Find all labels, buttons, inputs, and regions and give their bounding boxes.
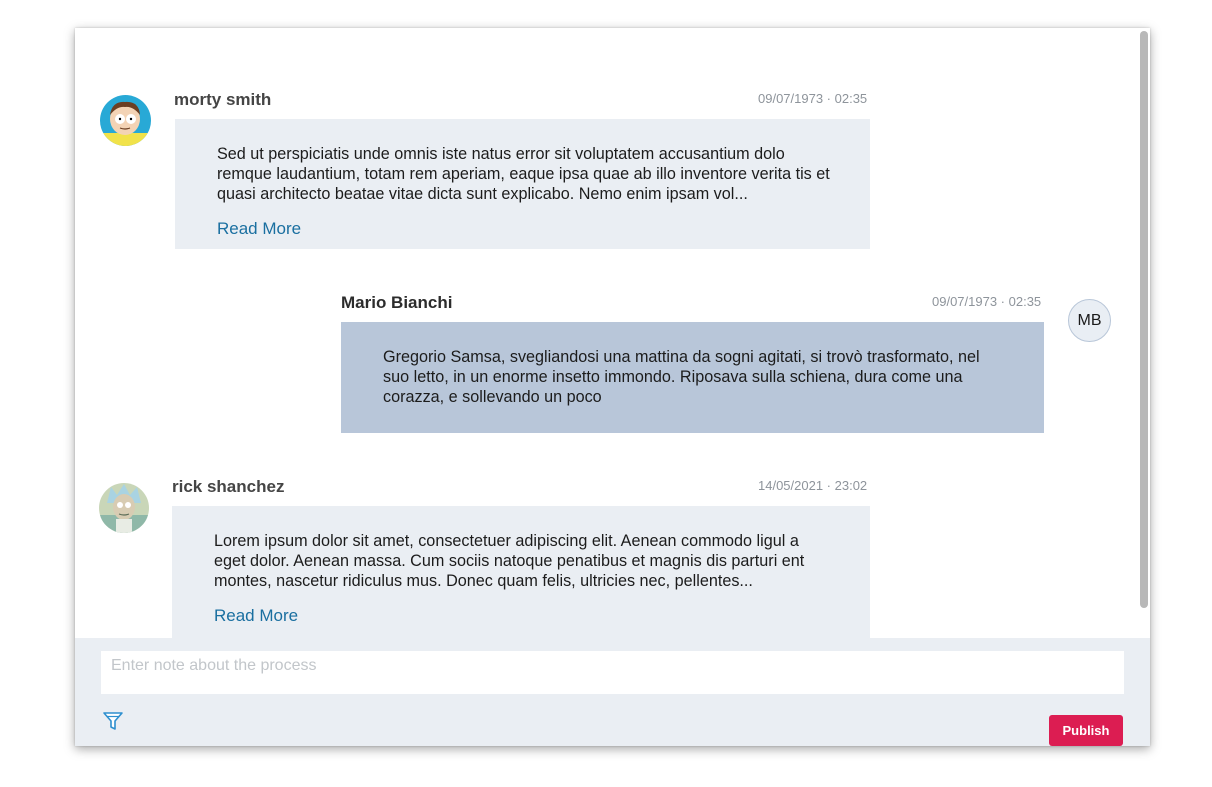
- note-composer: Publish: [75, 638, 1150, 746]
- message-author: morty smith: [174, 90, 272, 109]
- message-bubble: Sed ut perspiciatis unde omnis iste natu…: [175, 119, 870, 249]
- rick-avatar-icon: [99, 483, 149, 533]
- morty-avatar-icon: [100, 95, 151, 146]
- message-text: Lorem ipsum dolor sit amet, consectetuer…: [214, 532, 805, 590]
- notes-panel: morty smith 09/07/1973 · 02:35 Sed ut pe…: [75, 28, 1150, 746]
- message-timestamp: 14/05/2021 · 23:02: [758, 478, 868, 493]
- read-more-link[interactable]: Read More: [214, 606, 830, 626]
- note-input[interactable]: [101, 651, 1124, 694]
- avatar: MB: [1068, 299, 1111, 342]
- message-timestamp: 09/07/1973 · 02:35: [932, 294, 1042, 309]
- message-bubble: Gregorio Samsa, svegliandosi una mattina…: [341, 322, 1044, 433]
- message-bubble: Lorem ipsum dolor sit amet, consectetuer…: [172, 506, 870, 638]
- publish-button[interactable]: Publish: [1049, 715, 1123, 746]
- read-more-link[interactable]: Read More: [217, 219, 830, 239]
- scrollbar[interactable]: [1140, 31, 1148, 608]
- filter-icon[interactable]: [102, 710, 124, 737]
- messages-list[interactable]: morty smith 09/07/1973 · 02:35 Sed ut pe…: [75, 28, 1150, 638]
- avatar: [99, 483, 149, 533]
- message-author: rick shanchez: [172, 477, 285, 496]
- message-text: Sed ut perspiciatis unde omnis iste natu…: [217, 145, 830, 203]
- avatar: [100, 95, 151, 146]
- message-text: Gregorio Samsa, svegliandosi una mattina…: [383, 348, 980, 406]
- message-author: Mario Bianchi: [341, 293, 453, 312]
- message-timestamp: 09/07/1973 · 02:35: [758, 91, 868, 106]
